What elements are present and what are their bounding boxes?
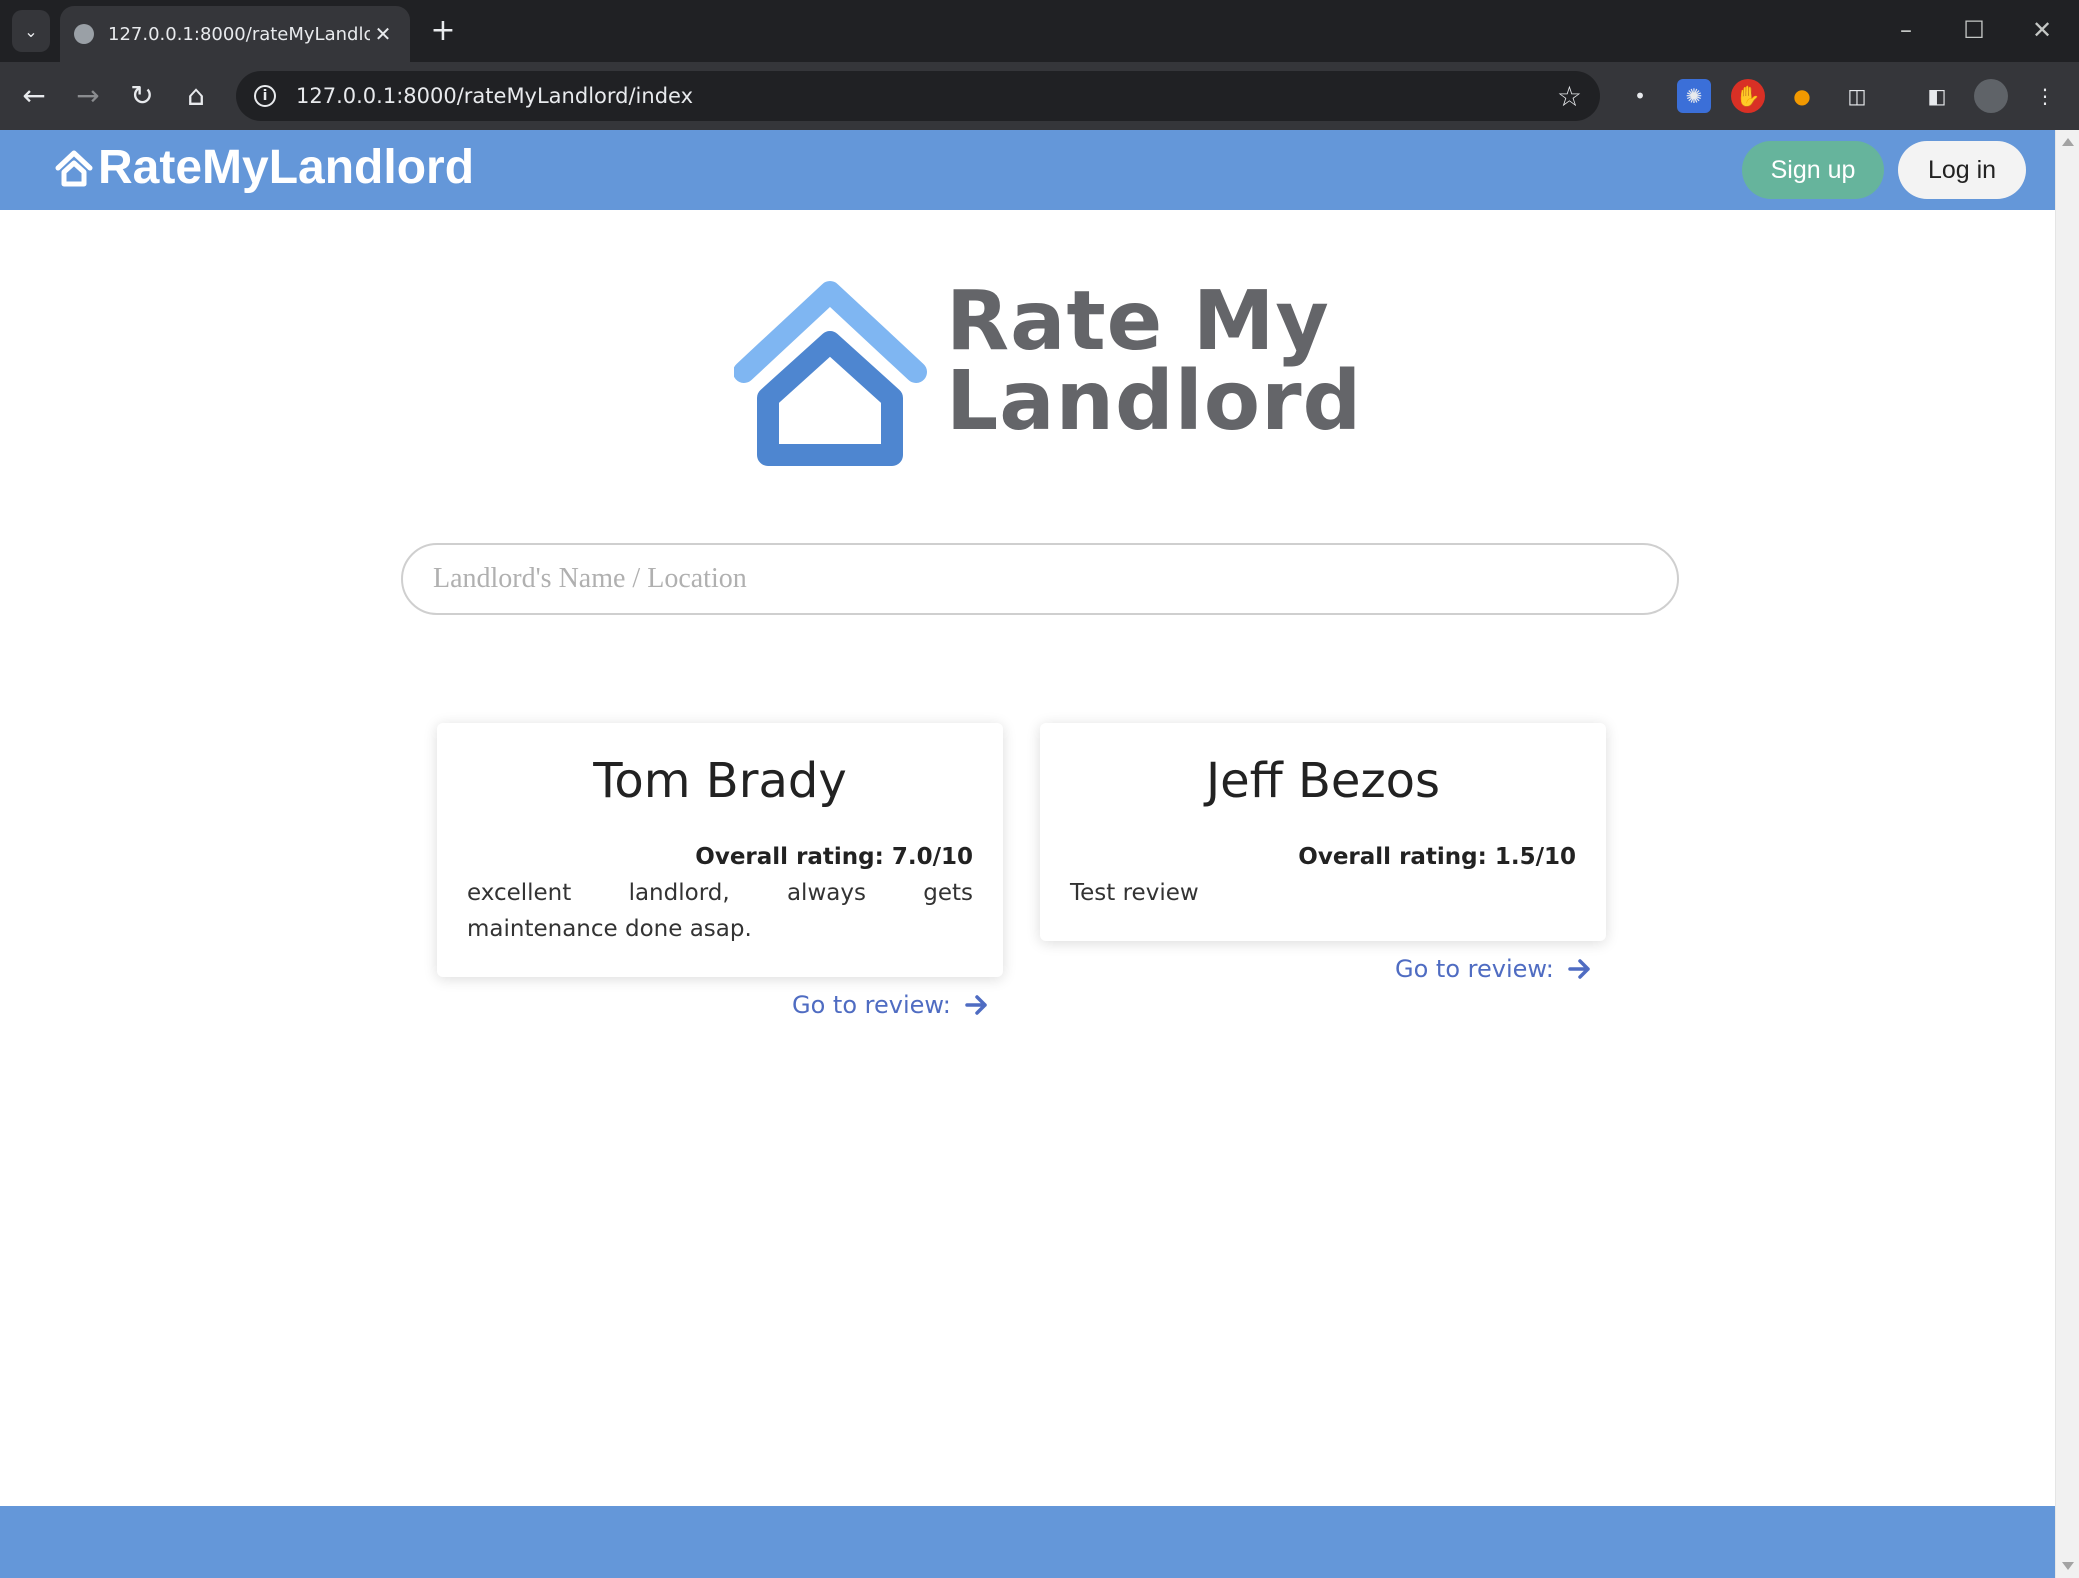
avatar[interactable]: [1974, 79, 2008, 113]
extension-icon[interactable]: ✺: [1677, 79, 1711, 113]
browser-toolbar: ← → ↻ ⌂ i 127.0.0.1:8000/rateMyLandlord/…: [0, 62, 2079, 130]
chevron-down-icon: ⌄: [24, 21, 38, 41]
hero-title: Rate My Landlord: [946, 274, 1363, 449]
arrow-right-icon: [965, 995, 987, 1015]
reload-icon[interactable]: ↻: [122, 76, 162, 116]
go-to-review-label: Go to review:: [792, 991, 951, 1019]
house-logo-icon: [55, 150, 93, 186]
extension-icon[interactable]: •: [1623, 79, 1657, 113]
overall-rating: Overall rating: 7.0/10: [695, 844, 973, 870]
signup-button[interactable]: Sign up: [1742, 141, 1884, 199]
maximize-icon[interactable]: ☐: [1952, 12, 1996, 48]
landlord-name: Tom Brady: [593, 753, 847, 809]
page-viewport: RateMyLandlord Sign up Log in Rate My La…: [0, 130, 2055, 1578]
landlord-name: Jeff Bezos: [1205, 753, 1441, 809]
home-icon[interactable]: ⌂: [176, 76, 216, 116]
scroll-down-icon[interactable]: [2062, 1562, 2074, 1570]
login-button[interactable]: Log in: [1898, 141, 2026, 199]
address-url[interactable]: 127.0.0.1:8000/rateMyLandlord/index: [296, 84, 1557, 108]
new-tab-button[interactable]: +: [425, 14, 461, 50]
review-text: Test review: [1070, 880, 1199, 906]
forward-icon[interactable]: →: [68, 76, 108, 116]
close-window-icon[interactable]: ✕: [2020, 12, 2064, 48]
hero-title-line1: Rate My: [946, 274, 1330, 369]
browser-tab[interactable]: 127.0.0.1:8000/rateMyLandlord/ ✕: [60, 6, 410, 62]
landlord-card: Jeff Bezos Overall rating: 1.5/10 Test r…: [1040, 723, 1606, 941]
close-tab-icon[interactable]: ✕: [370, 22, 396, 46]
review-text: excellent landlord, always gets maintena…: [467, 880, 973, 942]
go-to-review-label: Go to review:: [1395, 955, 1554, 983]
kebab-menu-icon[interactable]: ⋮: [2028, 79, 2062, 113]
browser-tabstrip: ⌄ 127.0.0.1:8000/rateMyLandlord/ ✕ + – ☐…: [0, 0, 2079, 62]
scroll-up-icon[interactable]: [2062, 138, 2074, 146]
back-icon[interactable]: ←: [14, 76, 54, 116]
address-bar[interactable]: i 127.0.0.1:8000/rateMyLandlord/index ☆: [236, 71, 1600, 121]
landlord-card: Tom Brady Overall rating: 7.0/10 excelle…: [437, 723, 1003, 977]
arrow-right-icon: [1568, 959, 1590, 979]
extension-icon[interactable]: ✋: [1731, 79, 1765, 113]
bookmark-star-icon[interactable]: ☆: [1557, 80, 1582, 113]
search-input[interactable]: [401, 543, 1679, 615]
hero-title-line2: Landlord: [946, 354, 1363, 449]
page-scrollbar[interactable]: [2055, 130, 2079, 1578]
brand-link[interactable]: RateMyLandlord: [54, 140, 474, 195]
overall-rating: Overall rating: 1.5/10: [1298, 844, 1576, 870]
site-footer: [0, 1506, 2055, 1578]
go-to-review-link[interactable]: Go to review:: [792, 991, 989, 1019]
site-info-icon[interactable]: i: [254, 85, 276, 107]
site-header: RateMyLandlord Sign up Log in: [0, 130, 2055, 210]
go-to-review-link[interactable]: Go to review:: [1395, 955, 1592, 983]
extension-icon[interactable]: ●: [1785, 79, 1819, 113]
brand-name: RateMyLandlord: [98, 141, 475, 194]
tab-search-button[interactable]: ⌄: [12, 10, 50, 52]
side-panel-icon[interactable]: ◧: [1920, 79, 1954, 113]
globe-icon: [74, 24, 94, 44]
house-logo-icon: [734, 281, 927, 466]
tab-title: 127.0.0.1:8000/rateMyLandlord/: [108, 23, 370, 45]
puzzle-extensions-icon[interactable]: ◫: [1840, 79, 1874, 113]
minimize-icon[interactable]: –: [1884, 12, 1928, 48]
